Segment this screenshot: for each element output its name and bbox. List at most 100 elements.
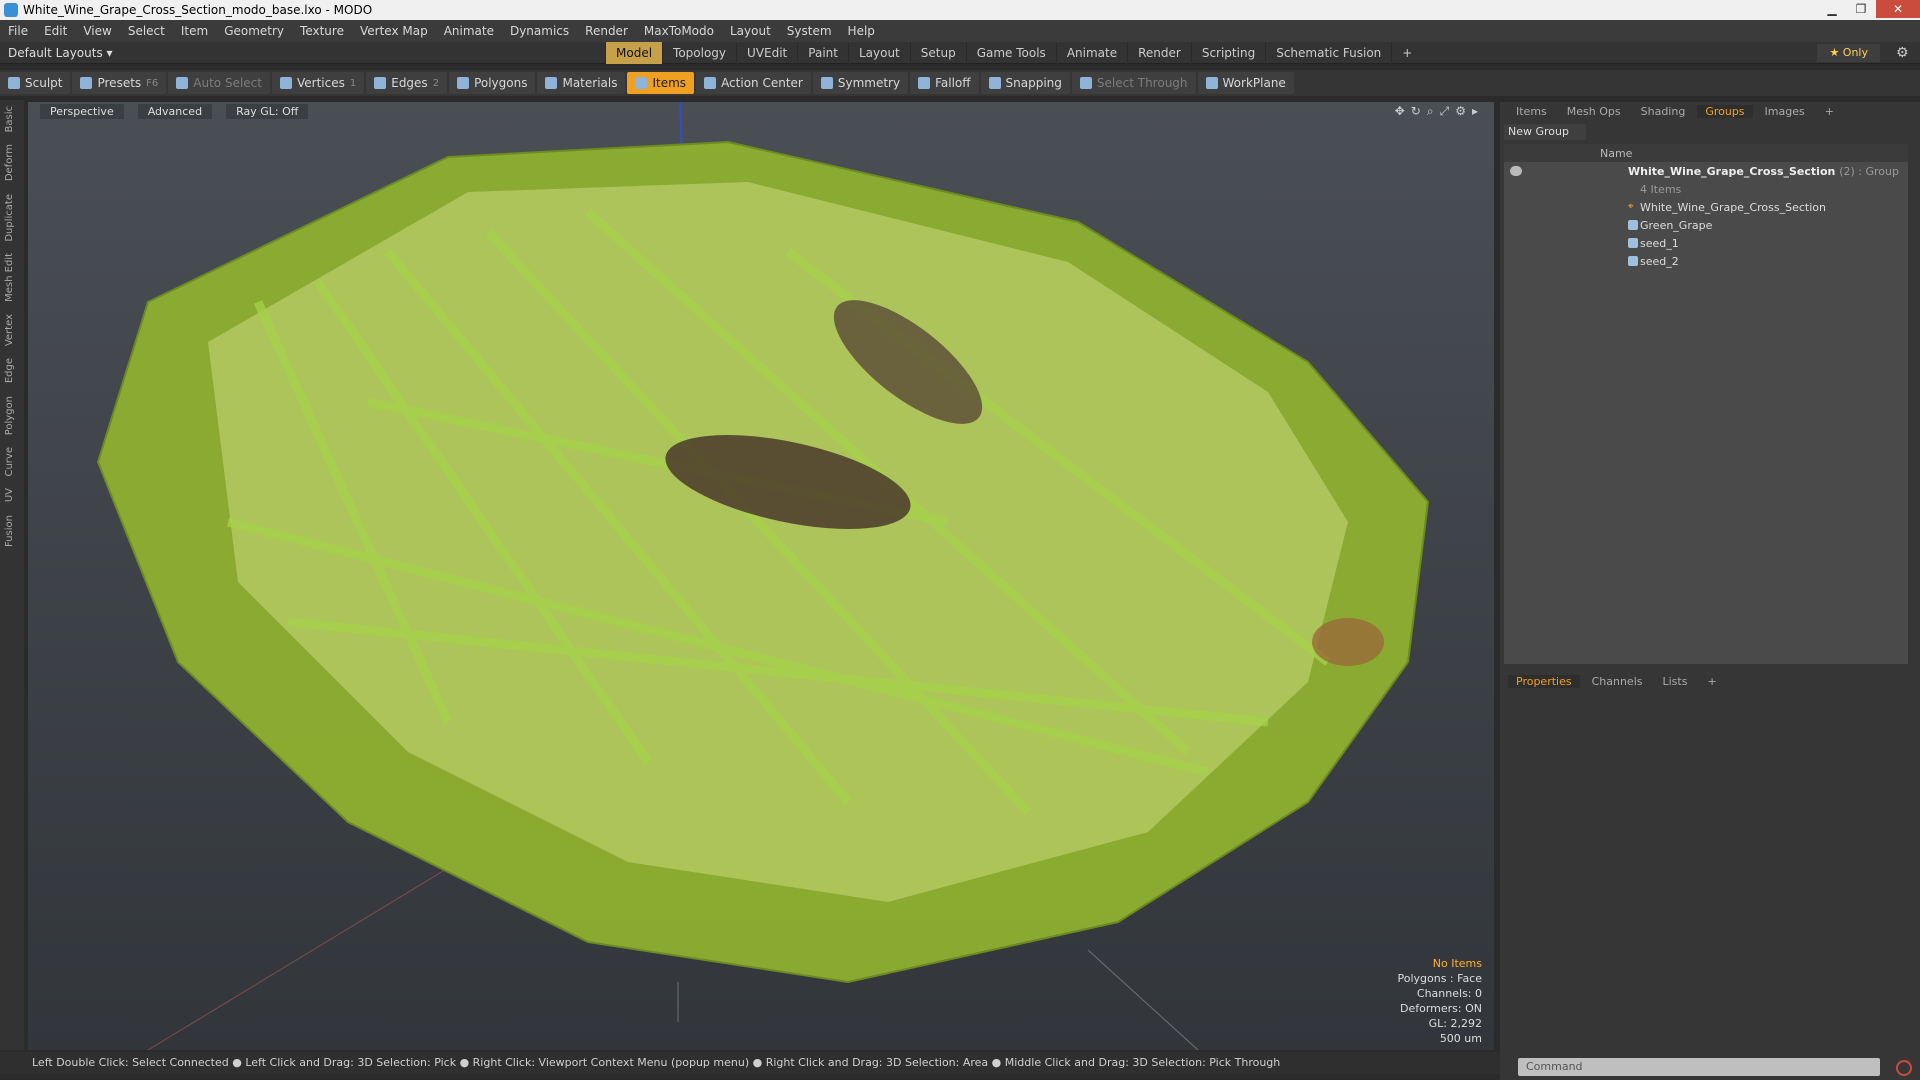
minimize-button[interactable]: ▁ bbox=[1818, 0, 1846, 18]
left-tab-mesh-edit[interactable]: Mesh Edit bbox=[0, 247, 19, 308]
vertices-button[interactable]: Vertices 1 bbox=[271, 72, 365, 94]
sculpt-button[interactable]: Sculpt bbox=[0, 72, 71, 94]
grape-cross-section-render bbox=[96, 102, 1430, 1050]
new-group-button[interactable]: New Group bbox=[1504, 124, 1586, 140]
menu-dynamics[interactable]: Dynamics bbox=[502, 24, 577, 38]
list-item[interactable]: Green_Grape bbox=[1504, 216, 1908, 234]
main-toolbar: Sculpt Presets F6 Auto Select Vertices 1 E… bbox=[0, 70, 1920, 96]
list-item[interactable]: seed_2 bbox=[1504, 252, 1908, 270]
menu-view[interactable]: View bbox=[75, 24, 119, 38]
tab-channels[interactable]: Channels bbox=[1584, 675, 1651, 688]
presets-button[interactable]: Presets F6 bbox=[72, 72, 167, 94]
menu-system[interactable]: System bbox=[779, 24, 840, 38]
materials-button[interactable]: Materials bbox=[537, 72, 626, 94]
select-through-button[interactable]: Select Through bbox=[1071, 72, 1196, 94]
symmetry-label: Symmetry bbox=[837, 76, 901, 90]
menu-select[interactable]: Select bbox=[120, 24, 173, 38]
menu-texture[interactable]: Texture bbox=[292, 24, 352, 38]
zoom-view-icon[interactable]: ⌕ bbox=[1427, 104, 1434, 119]
tab-paint[interactable]: Paint bbox=[797, 42, 848, 64]
workplane-button[interactable]: WorkPlane bbox=[1197, 72, 1294, 94]
mesh-icon bbox=[1628, 256, 1638, 266]
add-panel-tab-icon[interactable]: + bbox=[1817, 105, 1842, 118]
rotate-view-icon[interactable]: ↻ bbox=[1411, 104, 1421, 119]
3d-viewport[interactable]: Perspective Advanced Ray GL: Off ✥ ↻ ⌕ ⤢… bbox=[28, 102, 1494, 1050]
group-row[interactable]: White_Wine_Grape_Cross_Section (2) : Gro… bbox=[1504, 162, 1908, 180]
menu-layout[interactable]: Layout bbox=[722, 24, 779, 38]
tab-model[interactable]: Model bbox=[605, 42, 663, 64]
edges-button[interactable]: Edges 2 bbox=[366, 72, 448, 94]
tab-mesh-ops[interactable]: Mesh Ops bbox=[1559, 105, 1629, 118]
action-center-button[interactable]: Action Center bbox=[696, 72, 811, 94]
shading-mode-button[interactable]: Advanced bbox=[137, 103, 213, 119]
tab-groups[interactable]: Groups bbox=[1697, 104, 1753, 118]
tab-layout[interactable]: Layout bbox=[847, 42, 910, 64]
maximize-view-icon[interactable]: ⤢ bbox=[1440, 104, 1450, 119]
menu-animate[interactable]: Animate bbox=[436, 24, 502, 38]
menu-file[interactable]: File bbox=[0, 24, 36, 38]
layout-selector[interactable]: Default Layouts ▾ bbox=[8, 46, 113, 60]
tab-setup[interactable]: Setup bbox=[909, 42, 966, 64]
tab-animate[interactable]: Animate bbox=[1055, 42, 1127, 64]
left-tab-curve[interactable]: Curve bbox=[0, 441, 19, 483]
gear-icon[interactable]: ⚙ bbox=[1896, 45, 1912, 61]
polygons-button[interactable]: Polygons bbox=[449, 72, 536, 94]
maximize-button[interactable]: ❐ bbox=[1847, 0, 1875, 18]
snapping-button[interactable]: Snapping bbox=[980, 72, 1070, 94]
left-tab-edge[interactable]: Edge bbox=[0, 352, 19, 389]
layout-selector-label: Default Layouts bbox=[8, 45, 103, 60]
vertices-shortcut: 1 bbox=[349, 77, 357, 89]
modo-app-icon bbox=[4, 3, 18, 17]
tab-images[interactable]: Images bbox=[1757, 105, 1813, 118]
viewport-arrow-icon[interactable]: ▸ bbox=[1472, 104, 1478, 119]
menu-item[interactable]: Item bbox=[173, 24, 216, 38]
left-tab-fusion[interactable]: Fusion bbox=[0, 509, 19, 553]
menu-vertex-map[interactable]: Vertex Map bbox=[352, 24, 436, 38]
tab-properties[interactable]: Properties bbox=[1508, 674, 1580, 688]
raygl-button[interactable]: Ray GL: Off bbox=[226, 103, 309, 119]
group-name: White_Wine_Grape_Cross_Section bbox=[1628, 164, 1836, 178]
close-button[interactable]: ✕ bbox=[1876, 0, 1920, 18]
menu-edit[interactable]: Edit bbox=[36, 24, 75, 38]
menu-maxtomodo[interactable]: MaxToModo bbox=[636, 24, 722, 38]
menu-geometry[interactable]: Geometry bbox=[216, 24, 292, 38]
left-tab-uv[interactable]: UV bbox=[0, 482, 19, 508]
viewport-gear-icon[interactable]: ⚙ bbox=[1455, 104, 1466, 119]
symmetry-button[interactable]: Symmetry bbox=[812, 72, 909, 94]
list-item[interactable]: seed_1 bbox=[1504, 234, 1908, 252]
materials-label: Materials bbox=[562, 76, 618, 90]
left-tab-basic[interactable]: Basic bbox=[0, 100, 19, 138]
list-item-label: White_Wine_Grape_Cross_Section bbox=[1640, 200, 1826, 214]
auto-select-button[interactable]: Auto Select bbox=[168, 72, 270, 94]
left-tab-duplicate[interactable]: Duplicate bbox=[0, 188, 19, 248]
layout-bar: Default Layouts ▾ Model Topology UVEdit … bbox=[0, 42, 1920, 64]
tab-scripting[interactable]: Scripting bbox=[1190, 42, 1265, 64]
add-tab-icon[interactable]: + bbox=[1391, 42, 1422, 64]
move-view-icon[interactable]: ✥ bbox=[1395, 104, 1405, 119]
tab-uvedit[interactable]: UVEdit bbox=[736, 42, 797, 64]
tab-game-tools[interactable]: Game Tools bbox=[965, 42, 1056, 64]
falloff-button[interactable]: Falloff bbox=[910, 72, 979, 94]
menu-help[interactable]: Help bbox=[840, 24, 883, 38]
left-tab-deform[interactable]: Deform bbox=[0, 138, 19, 187]
tab-items[interactable]: Items bbox=[1508, 105, 1555, 118]
add-properties-tab-icon[interactable]: + bbox=[1699, 675, 1724, 688]
command-input[interactable]: Command bbox=[1518, 1058, 1880, 1076]
mode-tabs: Model Topology UVEdit Paint Layout Setup… bbox=[605, 42, 1422, 64]
command-history-icon[interactable] bbox=[1896, 1060, 1912, 1076]
items-icon bbox=[635, 77, 648, 89]
left-tab-vertex[interactable]: Vertex bbox=[0, 308, 19, 352]
tab-topology[interactable]: Topology bbox=[662, 42, 736, 64]
visibility-icon[interactable] bbox=[1510, 166, 1522, 176]
tab-shading[interactable]: Shading bbox=[1633, 105, 1694, 118]
tab-schematic-fusion[interactable]: Schematic Fusion bbox=[1265, 42, 1391, 64]
left-tab-polygon[interactable]: Polygon bbox=[0, 390, 19, 441]
menu-render[interactable]: Render bbox=[577, 24, 636, 38]
tab-render[interactable]: Render bbox=[1127, 42, 1191, 64]
window-controls: ▁ ❐ ✕ bbox=[1817, 0, 1920, 20]
items-button[interactable]: Items bbox=[627, 72, 695, 94]
only-button[interactable]: ★ Only bbox=[1817, 44, 1880, 62]
tab-lists[interactable]: Lists bbox=[1655, 675, 1696, 688]
list-item[interactable]: ⌖ White_Wine_Grape_Cross_Section bbox=[1504, 198, 1908, 216]
view-mode-button[interactable]: Perspective bbox=[40, 103, 124, 119]
